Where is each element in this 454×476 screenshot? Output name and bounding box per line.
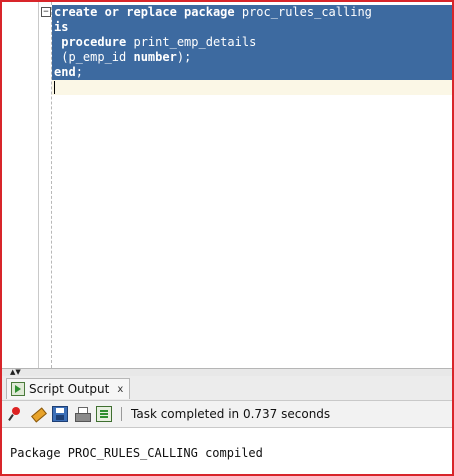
code-keyword: procedure xyxy=(54,35,127,49)
window-frame: − create or replace package proc_rules_c… xyxy=(0,0,454,476)
pin-icon[interactable] xyxy=(8,406,24,422)
tab-label: Script Output xyxy=(29,382,110,396)
code-line[interactable]: (p_emp_id number); xyxy=(52,50,452,65)
code-keyword: create or replace package xyxy=(54,5,235,19)
text-caret xyxy=(54,81,55,94)
code-keyword: number xyxy=(133,50,177,64)
output-panel: Script Output x Task completed in 0.737 … xyxy=(2,376,452,474)
script-output-icon xyxy=(11,382,25,396)
status-text: Task completed in 0.737 seconds xyxy=(131,407,331,421)
clear-eraser-icon[interactable] xyxy=(30,406,46,422)
code-token: ); xyxy=(176,50,192,64)
tab-script-output[interactable]: Script Output x xyxy=(6,378,131,399)
output-toolbar: Task completed in 0.737 seconds xyxy=(2,400,452,428)
output-area[interactable]: Package PROC_RULES_CALLING compiled xyxy=(2,428,452,474)
splitter-arrows-icon[interactable]: ▲▼ xyxy=(10,369,21,376)
code-token: proc_rules_calling xyxy=(234,5,372,19)
fold-collapse-icon[interactable]: − xyxy=(41,7,51,17)
code-line[interactable]: is xyxy=(52,20,452,35)
code-editor[interactable]: − create or replace package proc_rules_c… xyxy=(2,2,452,368)
toolbar-divider xyxy=(121,407,122,421)
code-line[interactable]: create or replace package proc_rules_cal… xyxy=(52,5,452,20)
code-keyword: end xyxy=(54,65,76,79)
code-area[interactable]: create or replace package proc_rules_cal… xyxy=(52,5,452,95)
open-output-icon[interactable] xyxy=(96,406,112,422)
code-line[interactable]: procedure print_emp_details xyxy=(52,35,452,50)
code-token: print_emp_details xyxy=(126,35,257,49)
code-keyword: is xyxy=(54,20,69,34)
print-icon[interactable] xyxy=(74,406,91,422)
code-token: ; xyxy=(75,65,83,79)
output-message: Package PROC_RULES_CALLING compiled xyxy=(10,446,263,460)
code-line[interactable]: end; xyxy=(52,65,452,80)
code-token: (p_emp_id xyxy=(54,50,134,64)
save-icon[interactable] xyxy=(52,406,68,422)
current-line[interactable] xyxy=(52,80,452,95)
tab-close-icon[interactable]: x xyxy=(117,384,123,395)
line-gutter xyxy=(2,2,39,368)
fold-column xyxy=(39,2,52,368)
